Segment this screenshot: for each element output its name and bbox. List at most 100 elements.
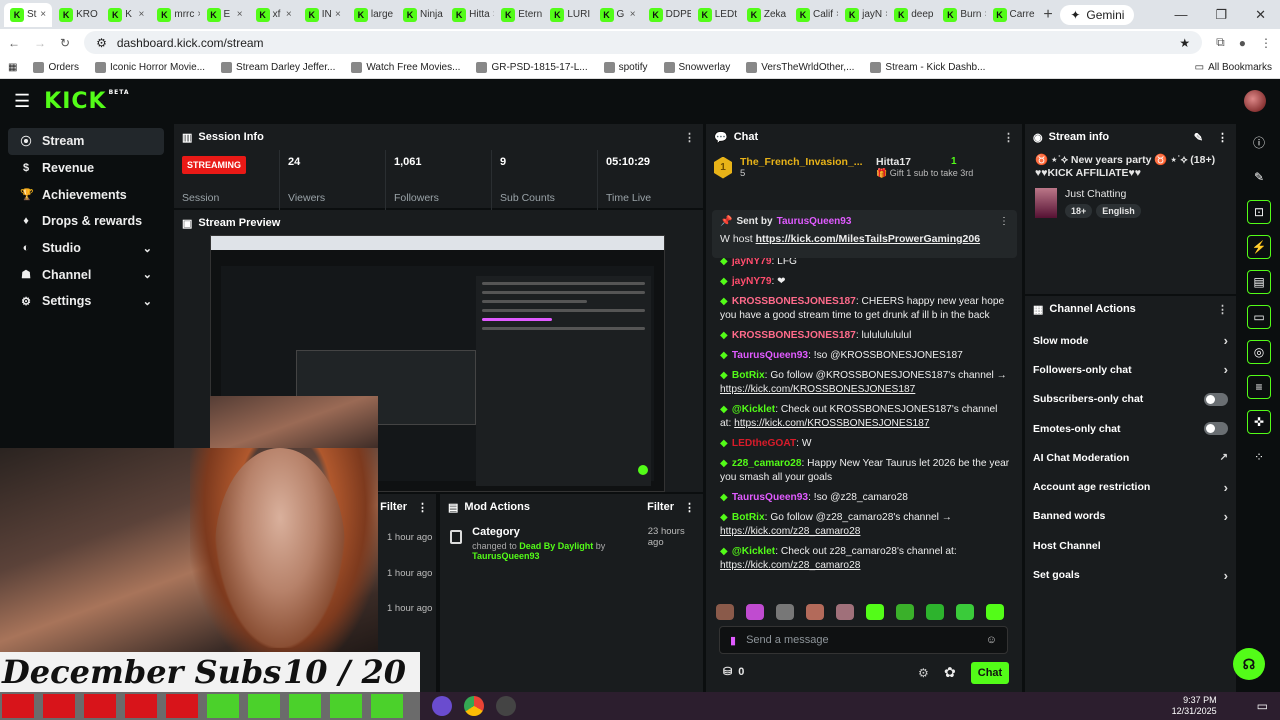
sidebar-item-studio[interactable]: ◐ Studio ⌄ [8,235,164,262]
bookmark-item[interactable]: Iconic Horror Movie... [95,61,205,73]
bookmark-item[interactable]: GR-PSD-1815-17-L... [476,61,588,73]
stack-icon[interactable]: ≡ [1247,375,1271,399]
browser-tab[interactable]: Kdeep × [888,3,936,27]
more-icon[interactable]: ⋮ [1217,131,1228,144]
pinned-link[interactable]: https://kick.com/MilesTailsProwerGaming2… [756,233,980,245]
channel-action-account-age-restriction[interactable]: Account age restriction › [1025,472,1236,501]
tab-close-icon[interactable]: × [286,9,292,20]
profile-icon[interactable]: ● [1239,36,1246,50]
browser-tab[interactable]: K E × [201,3,249,27]
chat-username[interactable]: BotRix [732,512,765,523]
channel-action-slow-mode[interactable]: Slow mode › [1025,326,1236,355]
browser-tab[interactable]: KBurn× [937,3,986,27]
site-info-icon[interactable]: ⚙ [96,36,107,50]
sidebar-item-stream[interactable]: ⦿ Stream [8,128,164,155]
chat-username[interactable]: KROSSBONESJONES187 [732,296,856,307]
points-display[interactable]: ⛁ 0 [723,665,744,679]
support-button[interactable]: ☊ [1233,648,1265,680]
chat-username[interactable]: jayNY79 [732,276,772,287]
chat-settings-icon[interactable]: ⚙ [918,666,929,680]
obs-icon[interactable] [496,696,516,716]
more-icon[interactable]: ⋮ [684,131,695,144]
close-icon[interactable]: ✕ [1255,7,1266,23]
gifter-name[interactable]: Hitta17 [876,156,911,168]
emote-icon[interactable] [746,604,764,620]
sidebar-item-drops-rewards[interactable]: ♦ Drops & rewards [8,208,164,235]
tab-close-icon[interactable]: × [139,9,145,20]
bookmark-item[interactable]: VersTheWrldOther,... [746,61,854,73]
layout-icon[interactable]: ⊡ [1247,200,1271,224]
chat-username[interactable]: KROSSBONESJONES187 [732,330,856,341]
browser-tab[interactable]: K St × [4,2,53,27]
more-icon[interactable]: ⋮ [1217,303,1228,316]
edit-icon[interactable]: ✎ [1194,131,1203,144]
emote-icon[interactable] [986,604,1004,620]
tab-close-icon[interactable]: × [493,9,495,20]
bookmark-item[interactable]: Stream - Kick Dashb... [870,61,985,73]
emote-icon[interactable] [806,604,824,620]
filter-button[interactable]: Filter ⋮ [647,501,695,514]
chat-username[interactable]: z28_camaro28 [732,458,802,469]
widgets-icon[interactable]: ⁘ [1247,445,1271,469]
gemini-button[interactable]: ✦ Gemini [1060,4,1135,25]
category-thumbnail[interactable] [1035,188,1057,218]
bookmark-item[interactable]: Stream Darley Jeffer... [221,61,335,73]
chat-icon[interactable]: ▭ [1247,305,1271,329]
stream-tag[interactable]: English [1096,204,1141,218]
browser-tab[interactable]: KHitta× [446,3,494,27]
browser-tab[interactable]: KCalif× [790,3,838,27]
chat-username[interactable]: LEDtheGOAT [732,438,796,449]
wrench-icon[interactable]: ✜ [1247,410,1271,434]
pinned-user[interactable]: TaurusQueen93 [777,216,852,227]
emote-icon[interactable] [776,604,794,620]
tab-close-icon[interactable]: × [40,9,46,20]
toggle-switch[interactable] [1204,392,1228,406]
maximize-icon[interactable]: ❐ [1215,7,1227,23]
chat-link[interactable]: https://kick.com/KROSSBONESJONES187 [734,418,929,429]
category-name[interactable]: Just Chatting [1065,188,1141,200]
browser-tab[interactable]: KKRO× [53,3,101,27]
clock[interactable]: 9:37 PM 12/31/2025 [1172,695,1217,717]
sidebar-item-achievements[interactable]: 🏆 Achievements [8,181,164,208]
url-field[interactable]: ⚙ dashboard.kick.com/stream ★ [84,31,1203,54]
tab-close-icon[interactable]: × [197,9,199,20]
kick-logo[interactable]: KICK BETA [44,89,129,114]
chat-link[interactable]: https://kick.com/KROSSBONESJONES187 [720,384,915,395]
apps-icon[interactable]: ▦ [8,62,17,73]
browser-tab[interactable]: KjayN× [839,3,887,27]
tab-close-icon[interactable]: × [630,9,636,20]
chat-link[interactable]: https://kick.com/z28_camaro28 [720,560,860,571]
browser-tab[interactable]: KLEDt× [692,3,740,27]
forward-icon[interactable]: → [34,36,46,50]
browser-tab[interactable]: Kxf × [250,3,298,27]
unpin-icon[interactable]: ⋮ [999,216,1009,227]
bookmark-item[interactable]: spotify [603,61,648,73]
browser-tab[interactable]: KCarre × [987,3,1035,27]
bookmark-item[interactable]: Orders [33,61,79,73]
channel-action-host-channel[interactable]: Host Channel [1025,531,1236,560]
lightning-icon[interactable]: ⚡ [1247,235,1271,259]
tab-close-icon[interactable]: × [836,9,838,20]
browser-tab[interactable]: K G × [594,3,642,27]
bookmark-item[interactable]: Snowverlay [663,61,730,73]
chat-username[interactable]: @Kicklet [732,546,775,557]
emote-icon[interactable] [836,604,854,620]
browser-tab[interactable]: KDDPE× [643,3,691,27]
all-bookmarks[interactable]: ▭ All Bookmarks [1195,62,1272,73]
more-icon[interactable]: ⋮ [684,501,695,514]
notes-icon[interactable]: ▤ [1247,270,1271,294]
more-icon[interactable]: ⋮ [1003,131,1014,144]
bookmark-star-icon[interactable]: ★ [1179,36,1190,50]
chat-username[interactable]: TaurusQueen93 [732,350,808,361]
mod-item-user[interactable]: TaurusQueen93 [472,551,539,561]
chat-input[interactable]: ▮ Send a message ☺ [719,626,1008,654]
browser-tab[interactable]: KZeka× [741,3,789,27]
browser-tab[interactable]: Klarge× [348,3,396,27]
send-chat-button[interactable]: Chat [971,662,1009,684]
extension-icon[interactable]: ⧉ [1216,35,1225,50]
browser-tab[interactable]: KNinja× [397,3,445,27]
mod-item-game[interactable]: Dead By Daylight [519,541,593,551]
hamburger-icon[interactable]: ☰ [14,91,30,112]
chat-username[interactable]: BotRix [732,370,765,381]
chat-username[interactable]: TaurusQueen93 [732,492,808,503]
